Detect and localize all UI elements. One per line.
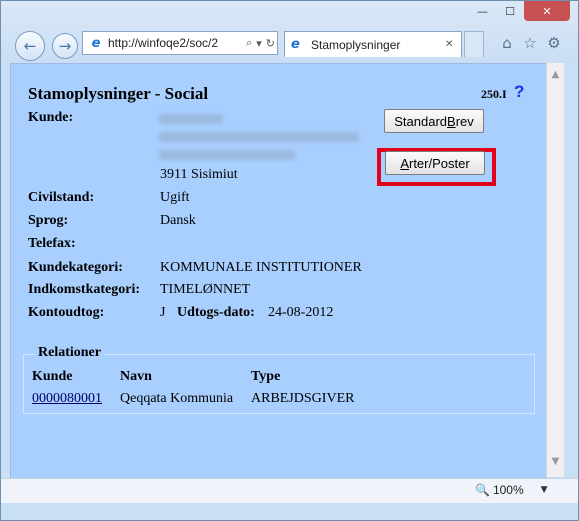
search-icon[interactable]: ⌕ bbox=[244, 36, 254, 50]
favorites-star-icon[interactable]: ☆ bbox=[521, 34, 539, 52]
redacted-customer-address bbox=[159, 150, 295, 160]
address-dropdown-icon[interactable]: ▾ bbox=[254, 37, 264, 50]
browser-chrome: — ☐ ✕ ← → e http://winfoqe2/soc/2 ⌕ ▾ ↻ … bbox=[1, 1, 578, 63]
maximize-button[interactable]: ☐ bbox=[497, 1, 523, 21]
indkomstkategori-value: TIMELØNNET bbox=[160, 282, 251, 297]
arter-poster-button[interactable]: Arter/Poster bbox=[385, 151, 485, 175]
kundekategori-label: Kundekategori: bbox=[28, 260, 123, 275]
relationer-header-navn: Navn bbox=[120, 369, 152, 384]
zoom-control[interactable]: 🔍 100% ▼ bbox=[475, 483, 548, 497]
refresh-icon[interactable]: ↻ bbox=[264, 37, 277, 50]
udtogs-dato-value: 24-08-2012 bbox=[268, 305, 334, 320]
kontoudtog-value: J bbox=[160, 305, 166, 320]
kundekategori-value: KOMMUNALE INSTITUTIONER bbox=[160, 260, 362, 275]
status-bar: 🔍 100% ▼ bbox=[1, 478, 578, 503]
page-content: Stamoplysninger - Social 250.I ? Kunde: … bbox=[10, 63, 547, 479]
udtogs-dato-label: Udtogs-dato: bbox=[177, 305, 255, 320]
new-tab-button[interactable] bbox=[464, 31, 484, 57]
arter-label-post: rter/Poster bbox=[408, 155, 470, 171]
zoom-icon: 🔍 bbox=[475, 483, 490, 497]
browser-window: — ☐ ✕ ← → e http://winfoqe2/soc/2 ⌕ ▾ ↻ … bbox=[0, 0, 579, 521]
redacted-customer-number bbox=[159, 114, 223, 124]
relationer-row-kunde-link[interactable]: 0000080001 bbox=[32, 391, 102, 407]
redacted-customer-name bbox=[159, 132, 359, 142]
home-icon[interactable]: ⌂ bbox=[498, 34, 516, 52]
scroll-down-icon[interactable]: ▼ bbox=[547, 453, 564, 470]
tab-close-icon[interactable]: ✕ bbox=[445, 39, 461, 50]
vertical-scrollbar[interactable]: ▲ ▼ bbox=[546, 63, 564, 477]
version-label: 250.I bbox=[481, 87, 507, 101]
relationer-row-type: ARBEJDSGIVER bbox=[251, 391, 355, 406]
back-button[interactable]: ← bbox=[15, 31, 45, 61]
standardbrev-label-key: B bbox=[447, 113, 456, 129]
kunde-label: Kunde: bbox=[28, 110, 74, 125]
forward-arrow-icon: → bbox=[58, 37, 72, 55]
civilstand-value: Ugift bbox=[160, 190, 190, 205]
ie-logo-icon: e bbox=[91, 35, 101, 51]
address-url[interactable]: http://winfoqe2/soc/2 bbox=[108, 36, 244, 50]
scroll-up-icon[interactable]: ▲ bbox=[547, 66, 564, 83]
address-bar[interactable]: e http://winfoqe2/soc/2 ⌕ ▾ ↻ bbox=[82, 31, 278, 55]
arter-label-key: A bbox=[400, 155, 409, 171]
sprog-label: Sprog: bbox=[28, 213, 69, 228]
tools-gear-icon[interactable]: ⚙ bbox=[545, 34, 563, 52]
tab-label: Stamoplysninger bbox=[311, 37, 401, 52]
help-icon[interactable]: ? bbox=[514, 82, 524, 102]
minimize-button[interactable]: — bbox=[469, 1, 496, 21]
back-arrow-icon: ← bbox=[23, 37, 37, 55]
ie-logo-icon: e bbox=[291, 37, 300, 52]
forward-button[interactable]: → bbox=[52, 33, 78, 59]
kontoudtog-label: Kontoudtog: bbox=[28, 305, 105, 320]
tab-stamoplysninger[interactable]: e Stamoplysninger ✕ bbox=[284, 31, 462, 57]
relationer-header-kunde: Kunde bbox=[32, 369, 73, 384]
zoom-dropdown-icon[interactable]: ▼ bbox=[541, 485, 548, 495]
standardbrev-label-post: rev bbox=[455, 113, 474, 129]
window-bottom-border bbox=[1, 503, 578, 520]
standardbrev-button[interactable]: Standard Brev bbox=[384, 109, 484, 133]
close-button[interactable]: ✕ bbox=[524, 1, 570, 21]
relationer-legend: Relationer bbox=[35, 345, 104, 361]
sprog-value: Dansk bbox=[160, 213, 196, 228]
relationer-row-navn: Qeqqata Kommunia bbox=[120, 391, 234, 406]
indkomstkategori-label: Indkomstkategori: bbox=[28, 282, 141, 297]
kunde-city: 3911 Sisimiut bbox=[160, 167, 238, 182]
zoom-level: 100% bbox=[492, 483, 524, 497]
relationer-header-type: Type bbox=[251, 369, 281, 384]
civilstand-label: Civilstand: bbox=[28, 190, 95, 205]
telefax-label: Telefax: bbox=[28, 236, 76, 251]
page-title: Stamoplysninger - Social bbox=[28, 84, 209, 103]
standardbrev-label-pre: Standard bbox=[394, 113, 448, 129]
